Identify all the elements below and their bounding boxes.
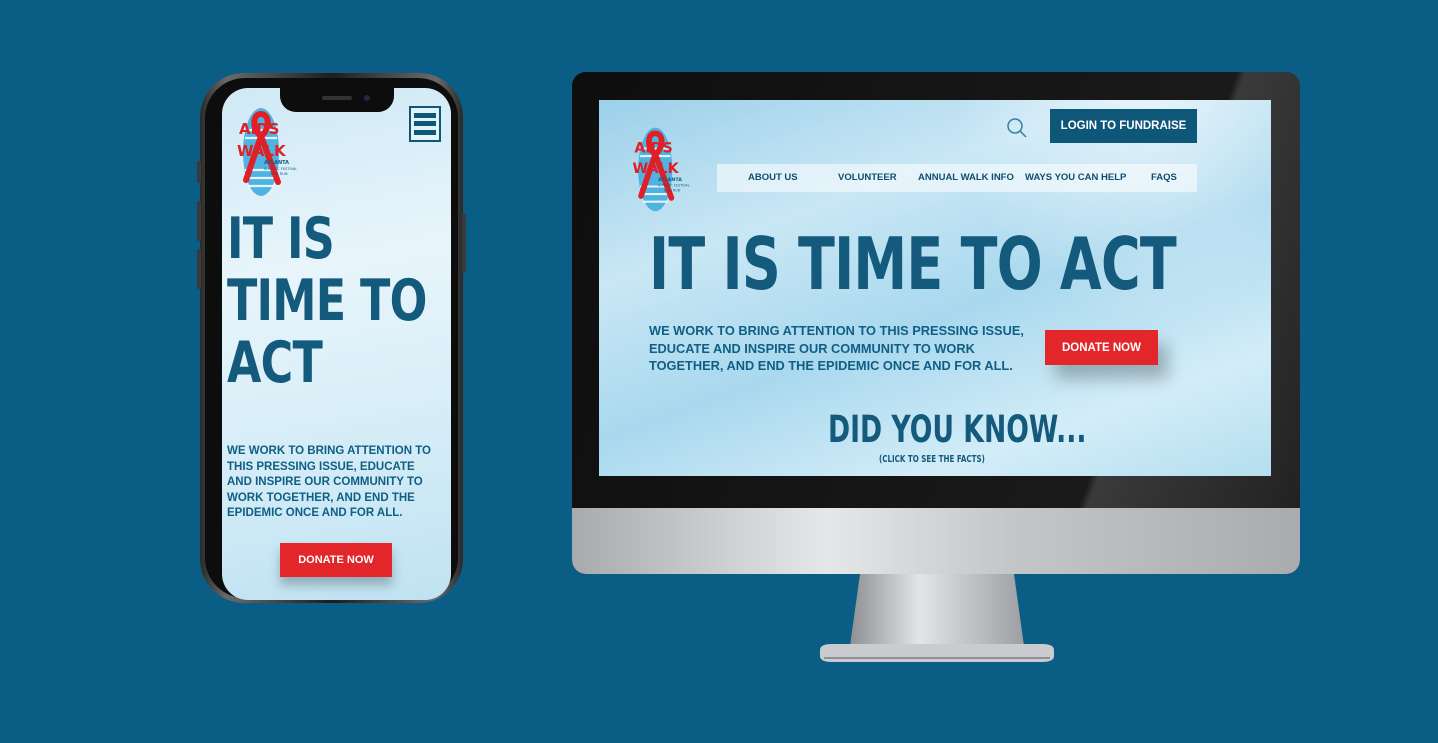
svg-text:& MUSIC FESTIVAL: & MUSIC FESTIVAL <box>658 184 690 188</box>
nav-item-annual-walk-info[interactable]: ANNUAL WALK INFO <box>918 164 1014 192</box>
phone-volume-up <box>197 201 201 241</box>
phone-bezel: AIDS WALK ATLANTA & MUSIC FESTIVAL & 5K … <box>205 78 458 600</box>
svg-text:WALK: WALK <box>237 142 287 160</box>
login-to-fundraise-button[interactable]: LOGIN TO FUNDRAISE <box>1050 109 1197 143</box>
hero-headline: IT IS TIME TO ACT <box>649 222 1177 306</box>
svg-text:& 5K RUN: & 5K RUN <box>664 188 681 192</box>
donate-now-button[interactable]: DONATE NOW <box>280 543 392 577</box>
svg-text:ATLANTA: ATLANTA <box>264 160 289 166</box>
nav-item-faqs[interactable]: FAQS <box>1151 164 1177 192</box>
desktop-monitor: AIDS WALK ATLANTA & MUSIC FESTIVAL & 5K … <box>572 72 1300 574</box>
nav-item-ways-you-can-help[interactable]: WAYS YOU CAN HELP <box>1025 164 1126 192</box>
mission-text: WE WORK TO BRING ATTENTION TO THIS PRESS… <box>649 323 1024 373</box>
menu-bar <box>414 121 436 127</box>
speaker-grill <box>322 96 352 100</box>
svg-text:& 5K RUN: & 5K RUN <box>270 172 288 176</box>
donate-now-button[interactable]: DONATE NOW <box>1045 330 1158 365</box>
svg-text:ATLANTA: ATLANTA <box>658 177 682 183</box>
svg-text:AIDS: AIDS <box>634 140 672 156</box>
monitor-stand <box>820 574 1054 662</box>
hamburger-menu-icon[interactable] <box>409 106 441 142</box>
did-you-know-heading[interactable]: DID YOU KNOW... <box>828 410 1086 450</box>
search-icon[interactable] <box>1006 117 1028 139</box>
mobile-screen: AIDS WALK ATLANTA & MUSIC FESTIVAL & 5K … <box>222 88 451 600</box>
nav-item-volunteer[interactable]: VOLUNTEER <box>838 164 897 192</box>
phone-notch <box>280 88 394 112</box>
svg-text:& MUSIC FESTIVAL: & MUSIC FESTIVAL <box>264 167 297 171</box>
headline-line: ACT <box>227 330 323 396</box>
main-nav: ABOUT US VOLUNTEER ANNUAL WALK INFO WAYS… <box>717 164 1197 192</box>
click-hint[interactable]: (CLICK TO SEE THE FACTS) <box>879 454 985 465</box>
nav-item-about-us[interactable]: ABOUT US <box>748 164 798 192</box>
menu-bar <box>414 130 436 136</box>
monitor-chin <box>572 508 1300 574</box>
mission-text: WE WORK TO BRING ATTENTION TO THIS PRESS… <box>227 445 432 519</box>
aids-walk-logo[interactable]: AIDS WALK ATLANTA & MUSIC FESTIVAL & 5K … <box>625 120 695 215</box>
aids-walk-logo[interactable]: AIDS WALK ATLANTA & MUSIC FESTIVAL & 5K … <box>234 100 298 200</box>
menu-bar <box>414 112 436 118</box>
headline-line: TIME TO <box>227 268 427 334</box>
hero-headline: IT IS TIME TO ACT <box>227 206 427 396</box>
phone-volume-down <box>197 249 201 289</box>
headline-line: IT IS <box>227 206 335 272</box>
desktop-screen: AIDS WALK ATLANTA & MUSIC FESTIVAL & 5K … <box>599 100 1271 476</box>
svg-text:WALK: WALK <box>632 161 679 177</box>
phone-power-button <box>462 213 466 273</box>
phone-mute-switch <box>197 161 201 183</box>
phone-mockup: AIDS WALK ATLANTA & MUSIC FESTIVAL & 5K … <box>197 73 466 603</box>
svg-text:AIDS: AIDS <box>239 120 279 138</box>
front-camera <box>364 95 370 101</box>
